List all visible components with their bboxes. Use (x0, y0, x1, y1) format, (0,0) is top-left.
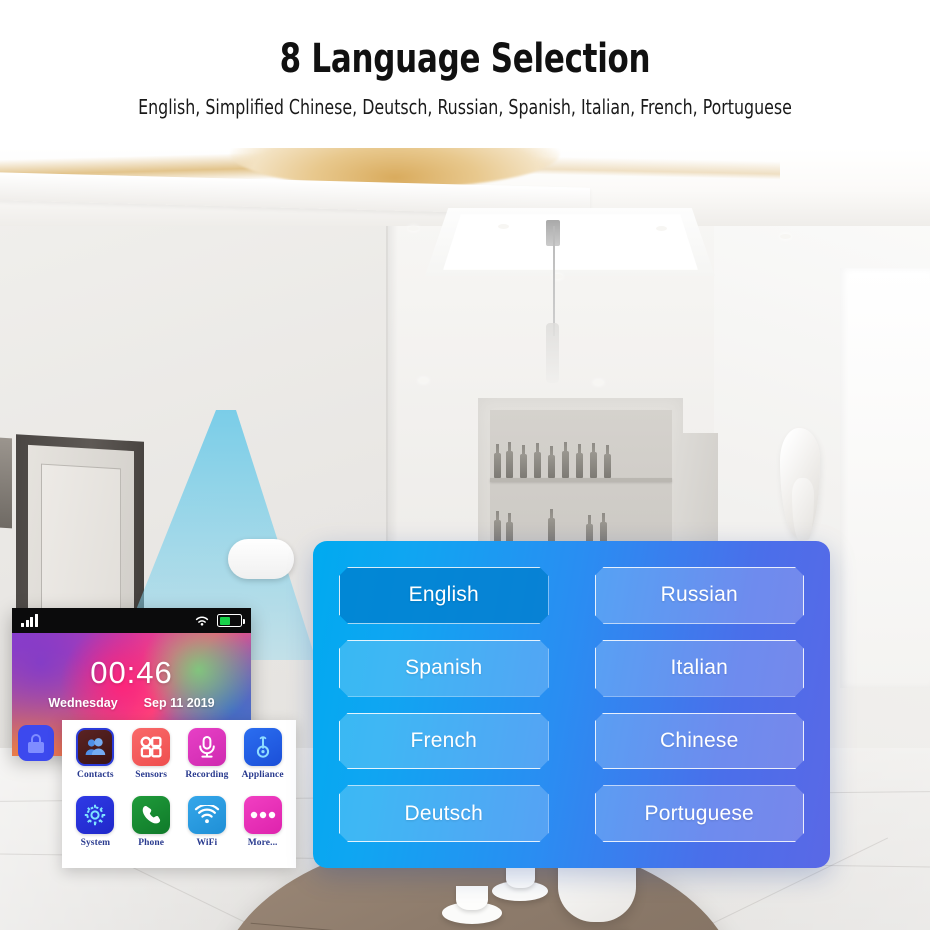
app-more[interactable]: More... (235, 796, 290, 862)
signal-bars-icon (21, 614, 38, 627)
bottle (604, 445, 611, 478)
sculpture-detail (792, 478, 814, 540)
device-date: Sep 11 2019 (143, 696, 215, 710)
status-right-group (194, 614, 245, 627)
app-phone[interactable]: Phone (124, 796, 179, 862)
downlight (498, 224, 509, 229)
bottle (576, 444, 583, 478)
app-grid[interactable]: Contacts Sensors Recording Appliance Sys… (62, 720, 296, 868)
wall-art-left (0, 437, 12, 529)
ellipsis-icon (243, 796, 282, 834)
sensors-grid-icon (132, 728, 171, 766)
app-label: More... (247, 838, 278, 848)
downlight (418, 378, 429, 383)
app-label: Phone (138, 838, 165, 848)
gear-icon (76, 796, 115, 834)
microphone-icon (187, 728, 226, 766)
downlight (780, 234, 791, 239)
app-label: Recording (185, 770, 229, 780)
language-button-russian[interactable]: Russian (595, 567, 805, 624)
pendant-rod (553, 226, 555, 336)
app-label: Appliance (241, 770, 284, 780)
coffee-cup (456, 886, 488, 910)
page-root: 8 Language Selection English, Simplified… (0, 0, 930, 930)
language-button-english[interactable]: English (339, 567, 549, 624)
language-button-italian[interactable]: Italian (595, 640, 805, 697)
language-button-spanish[interactable]: Spanish (339, 640, 549, 697)
language-selection-panel: English Russian Spanish Italian French C… (313, 541, 830, 868)
app-label: Contacts (77, 770, 114, 780)
language-button-chinese[interactable]: Chinese (595, 713, 805, 770)
bar-shelf (490, 478, 672, 482)
app-label: System (80, 838, 111, 848)
wireless-keypad[interactable] (228, 539, 294, 579)
bottle (520, 445, 527, 478)
bottle (506, 442, 513, 478)
bottle (534, 443, 541, 478)
ceiling-light-panel-inner (443, 214, 698, 270)
downlight (656, 226, 667, 231)
bottle (548, 446, 555, 478)
phone-handset-icon (132, 796, 171, 834)
device-weekday: Wednesday (48, 696, 118, 710)
app-contacts[interactable]: Contacts (68, 728, 123, 794)
coffee-cup (506, 867, 535, 888)
thermometer-icon (243, 728, 282, 766)
language-button-portuguese[interactable]: Portuguese (595, 785, 805, 842)
language-button-deutsch[interactable]: Deutsch (339, 785, 549, 842)
header-banner: 8 Language Selection English, Simplified… (0, 0, 930, 148)
pendant-lamp (546, 323, 559, 383)
app-appliance[interactable]: Appliance (235, 728, 290, 794)
device-status-bar (12, 608, 251, 633)
device-clock-date-row: Wednesday Sep 11 2019 (12, 696, 251, 710)
bottle (562, 442, 569, 478)
app-recording[interactable]: Recording (180, 728, 235, 794)
contacts-icon (76, 728, 115, 766)
app-sensors[interactable]: Sensors (124, 728, 179, 794)
app-wifi[interactable]: WiFi (180, 796, 235, 862)
page-subtitle: English, Simplified Chinese, Deutsch, Ru… (138, 95, 792, 119)
downlight (593, 380, 604, 385)
wall-right-recess (840, 268, 930, 688)
device-clock-time: 00:46 (90, 655, 173, 690)
downlight (408, 226, 419, 231)
battery-icon (217, 614, 245, 627)
language-button-french[interactable]: French (339, 713, 549, 770)
wifi-icon (195, 616, 209, 626)
wifi-icon (187, 796, 226, 834)
room-photo: 00:46 Wednesday Sep 11 2019 Contacts Sen… (0, 148, 930, 930)
bottle (494, 444, 501, 478)
lock-icon[interactable] (18, 725, 54, 761)
bottle (590, 443, 597, 478)
page-title: 8 Language Selection (279, 36, 651, 82)
app-system[interactable]: System (68, 796, 123, 862)
app-label: Sensors (135, 770, 168, 780)
app-label: WiFi (196, 838, 218, 848)
